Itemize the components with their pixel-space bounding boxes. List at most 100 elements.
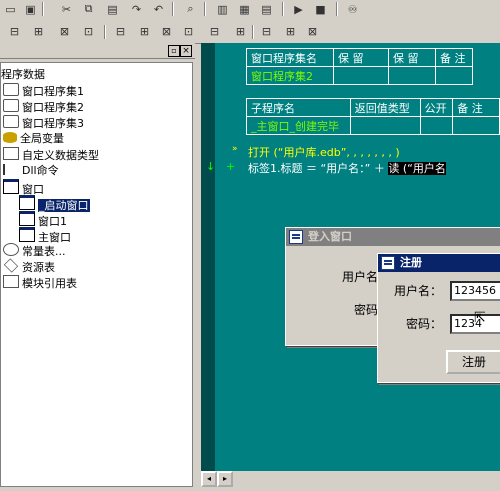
table-cell[interactable] [452, 116, 500, 135]
tree-item-module-refs[interactable]: 模块引用表 [3, 275, 77, 290]
code-line-1[interactable]: 打开 (“用户库.edb”, , , , , , , ) [248, 144, 400, 160]
scroll-left-icon[interactable]: ◂ [201, 471, 217, 487]
dll-icon [3, 164, 19, 175]
space-h-icon[interactable]: ⊡ [180, 23, 197, 39]
window-icon [19, 227, 35, 242]
folder-icon[interactable]: ▭ [2, 1, 19, 17]
tree-item-program-data[interactable]: 程序数据 [1, 67, 45, 82]
paste-icon[interactable]: ▤ [104, 1, 121, 17]
center-h-icon[interactable]: ⊞ [232, 23, 249, 39]
table-header: 子程序名 [246, 98, 351, 117]
tree-item-global-vars[interactable]: 全局变量 [3, 131, 64, 146]
close-icon[interactable]: × [180, 45, 192, 57]
table-cell[interactable] [333, 66, 389, 85]
window2-icon[interactable]: ▦ [236, 1, 253, 17]
align-right-icon[interactable]: ⊠ [56, 23, 73, 39]
table-header: 窗口程序集名 [246, 48, 334, 67]
toolbar-separator [282, 2, 284, 16]
restore-icon[interactable]: ▫ [168, 45, 180, 57]
toolbar-separator [172, 2, 174, 16]
table-cell[interactable] [419, 116, 454, 135]
toolbar-separator [252, 25, 254, 39]
module-icon [3, 275, 19, 288]
register-button[interactable]: 注册 [446, 350, 500, 374]
undo-icon[interactable]: ↶ [150, 1, 167, 17]
login-user-label: 用户名 [342, 270, 379, 284]
align-left-icon[interactable]: ⊟ [6, 23, 23, 39]
toolbar-separator [104, 25, 106, 39]
stop-icon[interactable]: ■ [312, 1, 329, 17]
toolbar-separator [336, 2, 338, 16]
copy-icon[interactable]: ⧉ [80, 1, 97, 17]
tree-item-custom-types[interactable]: 自定义数据类型 [3, 147, 99, 162]
sub-table: 子程序名 返回值类型 公开 备 注 _主窗口_创建完毕 [246, 98, 500, 135]
register-username-input[interactable]: 123456 [450, 281, 500, 301]
same-height-icon[interactable]: ⊞ [136, 23, 153, 39]
window-icon [3, 179, 19, 194]
toolbar-separator [204, 2, 206, 16]
tree-item-window-1[interactable]: 窗口1 [19, 211, 67, 228]
plus-icon: + [226, 160, 236, 173]
resource-icon [3, 258, 19, 273]
table-cell[interactable] [435, 66, 473, 85]
type-icon [3, 147, 19, 160]
redo-icon[interactable]: ↷ [128, 1, 145, 17]
save-icon[interactable]: ▣ [22, 1, 39, 17]
assembly-icon [3, 115, 19, 128]
project-panel-header: ▫ × [0, 44, 195, 59]
window3-icon[interactable]: ▤ [258, 1, 275, 17]
constant-icon [3, 243, 19, 256]
register-pass-label: 密码： [406, 317, 443, 331]
table-header: 公开 [419, 98, 454, 117]
tree-item-resources[interactable]: 资源表 [3, 258, 55, 274]
app-icon [289, 230, 303, 244]
toolbar: ▭ ▣ ✂ ⧉ ▤ ↷ ↶ ⌕ ▥ ▦ ▤ ▶ ■ ♾ [0, 0, 500, 20]
grid-icon[interactable]: ⊞ [282, 23, 299, 39]
cut-icon[interactable]: ✂ [58, 1, 75, 17]
tree-item-startup-window[interactable]: _启动窗口 [19, 195, 90, 212]
tree-item-windows[interactable]: 窗口 [3, 179, 44, 196]
table-cell[interactable] [349, 116, 421, 135]
mouse-cursor-icon: ⇱ [474, 310, 486, 326]
assembly-icon [3, 83, 19, 96]
run-icon[interactable]: ▶ [290, 1, 307, 17]
tree-item-dll-commands[interactable]: Dll命令 [3, 163, 59, 178]
app-icon [381, 256, 395, 270]
table-header: 备 注 [452, 98, 500, 117]
window-icon [19, 195, 35, 210]
table-header: 保 留 [388, 48, 436, 67]
code-line-2[interactable]: 标签1.标题 ＝ “用户名：” ＋ 读 (“用户名 [248, 160, 446, 176]
same-width-icon[interactable]: ⊟ [112, 23, 129, 39]
tree-item-main-window[interactable]: 主窗口 [19, 227, 71, 244]
scroll-right-icon[interactable]: ▸ [217, 471, 233, 487]
register-user-label: 用户名： [394, 284, 443, 298]
assembly-name-cell[interactable]: 窗口程序集2 [246, 66, 334, 85]
table-header: 返回值类型 [349, 98, 421, 117]
table-header: 保 留 [333, 48, 389, 67]
arrow-down-icon: ↓ [206, 160, 216, 173]
table-cell[interactable] [388, 66, 436, 85]
find-icon[interactable]: ⌕ [182, 1, 199, 17]
assembly-table: 窗口程序集名 保 留 保 留 备 注 窗口程序集2 [246, 48, 473, 85]
tree-item-assembly-1[interactable]: 窗口程序集1 [3, 83, 84, 98]
horizontal-scrollbar[interactable]: ◂ ▸ [201, 471, 500, 488]
login-titlebar[interactable]: 登入窗口 [286, 228, 500, 246]
tree-item-constants[interactable]: 常量表... [3, 243, 66, 258]
lock-icon[interactable]: ⊠ [304, 23, 321, 39]
align-top-icon[interactable]: ⊡ [80, 23, 97, 39]
sub-name-cell[interactable]: _主窗口_创建完毕 [246, 116, 351, 135]
register-window: 注册 用户名： 123456 密码： 1234 ⇱ 注册 [377, 253, 500, 383]
tree-item-assembly-2[interactable]: 窗口程序集2 [3, 99, 84, 114]
database-icon [3, 132, 17, 143]
same-size-icon[interactable]: ⊠ [158, 23, 175, 39]
align-center-icon[interactable]: ⊞ [30, 23, 47, 39]
binoculars-icon[interactable]: ♾ [344, 1, 361, 17]
window-icon[interactable]: ▥ [214, 1, 231, 17]
toolbar-separator [42, 2, 44, 16]
space-v-icon[interactable]: ⊟ [206, 23, 223, 39]
register-titlebar[interactable]: 注册 [378, 254, 500, 272]
tab-order-icon[interactable]: ⊟ [258, 23, 275, 39]
tree-item-assembly-3[interactable]: 窗口程序集3 [3, 115, 84, 130]
assembly-icon [3, 99, 19, 112]
project-tree: 程序数据 窗口程序集1 窗口程序集2 窗口程序集3 全局变量 自定义数据类型 D… [0, 62, 193, 487]
